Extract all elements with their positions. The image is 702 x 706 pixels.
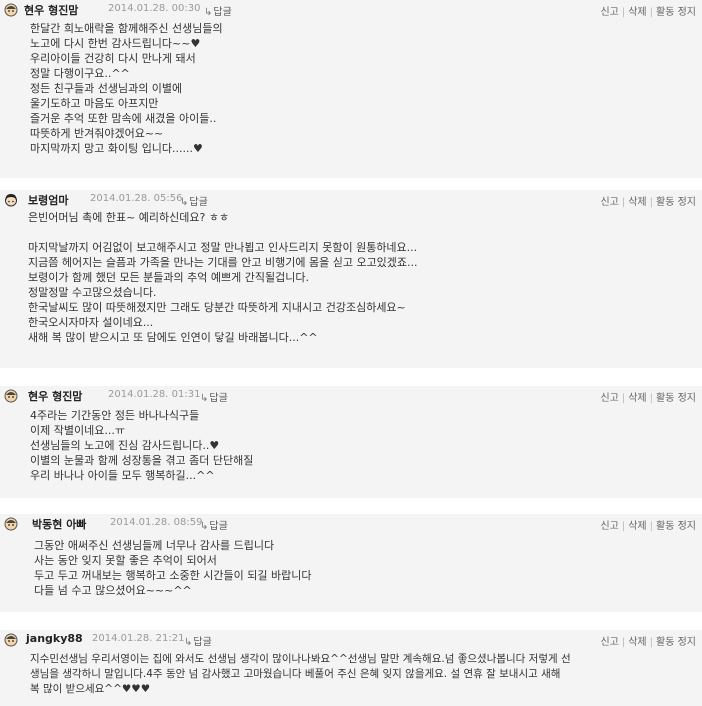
reply-button[interactable]: ↳답글 <box>184 633 212 648</box>
comment-actions: 신고 | 삭제 | 활동 정지 <box>600 637 696 648</box>
comment-actions: 신고 | 삭제 | 활동 정지 <box>600 521 696 532</box>
reply-arrow-icon: ↳ <box>204 7 213 18</box>
face-avatar-icon <box>4 3 18 17</box>
reply-arrow-icon: ↳ <box>184 637 193 648</box>
reply-button[interactable]: ↳답글 <box>180 193 208 208</box>
delete-button[interactable]: 삭제 <box>628 637 646 648</box>
comment-actions: 신고 | 삭제 | 활동 정지 <box>600 393 696 404</box>
suspend-button[interactable]: 활동 정지 <box>656 521 696 532</box>
girl-avatar-icon <box>5 194 17 207</box>
delete-button[interactable]: 삭제 <box>628 393 646 404</box>
comment-item: 보령엄마 2014.01.28. 05:56 ↳답글 신고 | 삭제 | 활동 정지 은… <box>0 190 702 368</box>
reply-arrow-icon: ↳ <box>200 393 209 404</box>
comment-body: 한달간 희노애락을 함께해주신 선생님들의 노고에 다시 한번 감사드립니다~~… <box>30 22 223 155</box>
suspend-button[interactable]: 활동 정지 <box>656 197 696 208</box>
delete-button[interactable]: 삭제 <box>628 7 646 18</box>
report-button[interactable]: 신고 <box>600 521 618 532</box>
face-avatar-icon <box>4 633 18 647</box>
face-avatar-icon <box>4 517 18 531</box>
comment-item: 현우 형진맘 2014.01.28. 01:31 ↳답글 신고 | 삭제 | 활동 정지… <box>0 386 702 498</box>
comment-author[interactable]: 현우 형진맘 <box>28 388 82 404</box>
comment-item: jangky88 2014.01.28. 21:21 ↳답글 신고 | 삭제 | 활동 … <box>0 630 702 706</box>
reply-button[interactable]: ↳답글 <box>204 3 232 18</box>
comment-header: jangky88 2014.01.28. 21:21 ↳답글 신고 | 삭제 | 활동 … <box>0 630 702 650</box>
comment-body: 은빈어머님 촉에 한표~ 예리하신데요? ㅎㅎ 마지막날까지 어김없이 보고해주… <box>28 211 418 344</box>
report-button[interactable]: 신고 <box>600 637 618 648</box>
comment-author[interactable]: 보령엄마 <box>28 192 68 208</box>
reply-arrow-icon: ↳ <box>180 197 189 208</box>
comment-actions: 신고 | 삭제 | 활동 정지 <box>600 7 696 18</box>
reply-button[interactable]: ↳답글 <box>200 389 228 404</box>
comment-item: 박동현 아빠 2014.01.28. 08:59 ↳답글 신고 | 삭제 | 활동 정지… <box>0 514 702 612</box>
comment-author[interactable]: jangky88 <box>26 632 83 645</box>
comment-body: 지수민선생님 우리서영이는 집에 와서도 선생님 생각이 많이나나봐요^^선생님… <box>30 653 571 695</box>
comment-header: 현우 형진맘 2014.01.28. 00:30 ↳답글 신고 | 삭제 | 활동 정지 <box>0 0 702 20</box>
report-button[interactable]: 신고 <box>600 197 618 208</box>
delete-button[interactable]: 삭제 <box>628 197 646 208</box>
comment-author[interactable]: 박동현 아빠 <box>32 516 86 532</box>
suspend-button[interactable]: 활동 정지 <box>656 393 696 404</box>
comment-header: 박동현 아빠 2014.01.28. 08:59 ↳답글 신고 | 삭제 | 활동 정지 <box>0 514 702 534</box>
comment-date: 2014.01.28. 00:30 <box>108 3 201 14</box>
reply-arrow-icon: ↳ <box>200 521 209 532</box>
comment-item: 현우 형진맘 2014.01.28. 00:30 ↳답글 신고 | 삭제 | 활동 정지… <box>0 0 702 178</box>
comment-date: 2014.01.28. 05:56 <box>90 193 183 204</box>
comment-actions: 신고 | 삭제 | 활동 정지 <box>600 197 696 208</box>
face-avatar-icon <box>4 389 18 403</box>
comment-date: 2014.01.28. 21:21 <box>92 633 185 644</box>
suspend-button[interactable]: 활동 정지 <box>656 637 696 648</box>
comment-author[interactable]: 현우 형진맘 <box>24 2 78 18</box>
comment-header: 현우 형진맘 2014.01.28. 01:31 ↳답글 신고 | 삭제 | 활동 정지 <box>0 386 702 406</box>
report-button[interactable]: 신고 <box>600 393 618 404</box>
comment-date: 2014.01.28. 01:31 <box>108 389 201 400</box>
comment-body: 4주라는 기간동안 정든 바나나식구들 이제 작별이네요...ㅠ 선생님들의 노… <box>30 409 254 482</box>
comment-header: 보령엄마 2014.01.28. 05:56 ↳답글 신고 | 삭제 | 활동 정지 <box>0 190 702 210</box>
delete-button[interactable]: 삭제 <box>628 521 646 532</box>
comment-body: 그동안 애써주신 선생님들께 너무나 감사를 드립니다 사는 동안 잊지 못할 … <box>34 539 312 597</box>
reply-button[interactable]: ↳답글 <box>200 517 228 532</box>
report-button[interactable]: 신고 <box>600 7 618 18</box>
suspend-button[interactable]: 활동 정지 <box>656 7 696 18</box>
comment-date: 2014.01.28. 08:59 <box>110 517 203 528</box>
